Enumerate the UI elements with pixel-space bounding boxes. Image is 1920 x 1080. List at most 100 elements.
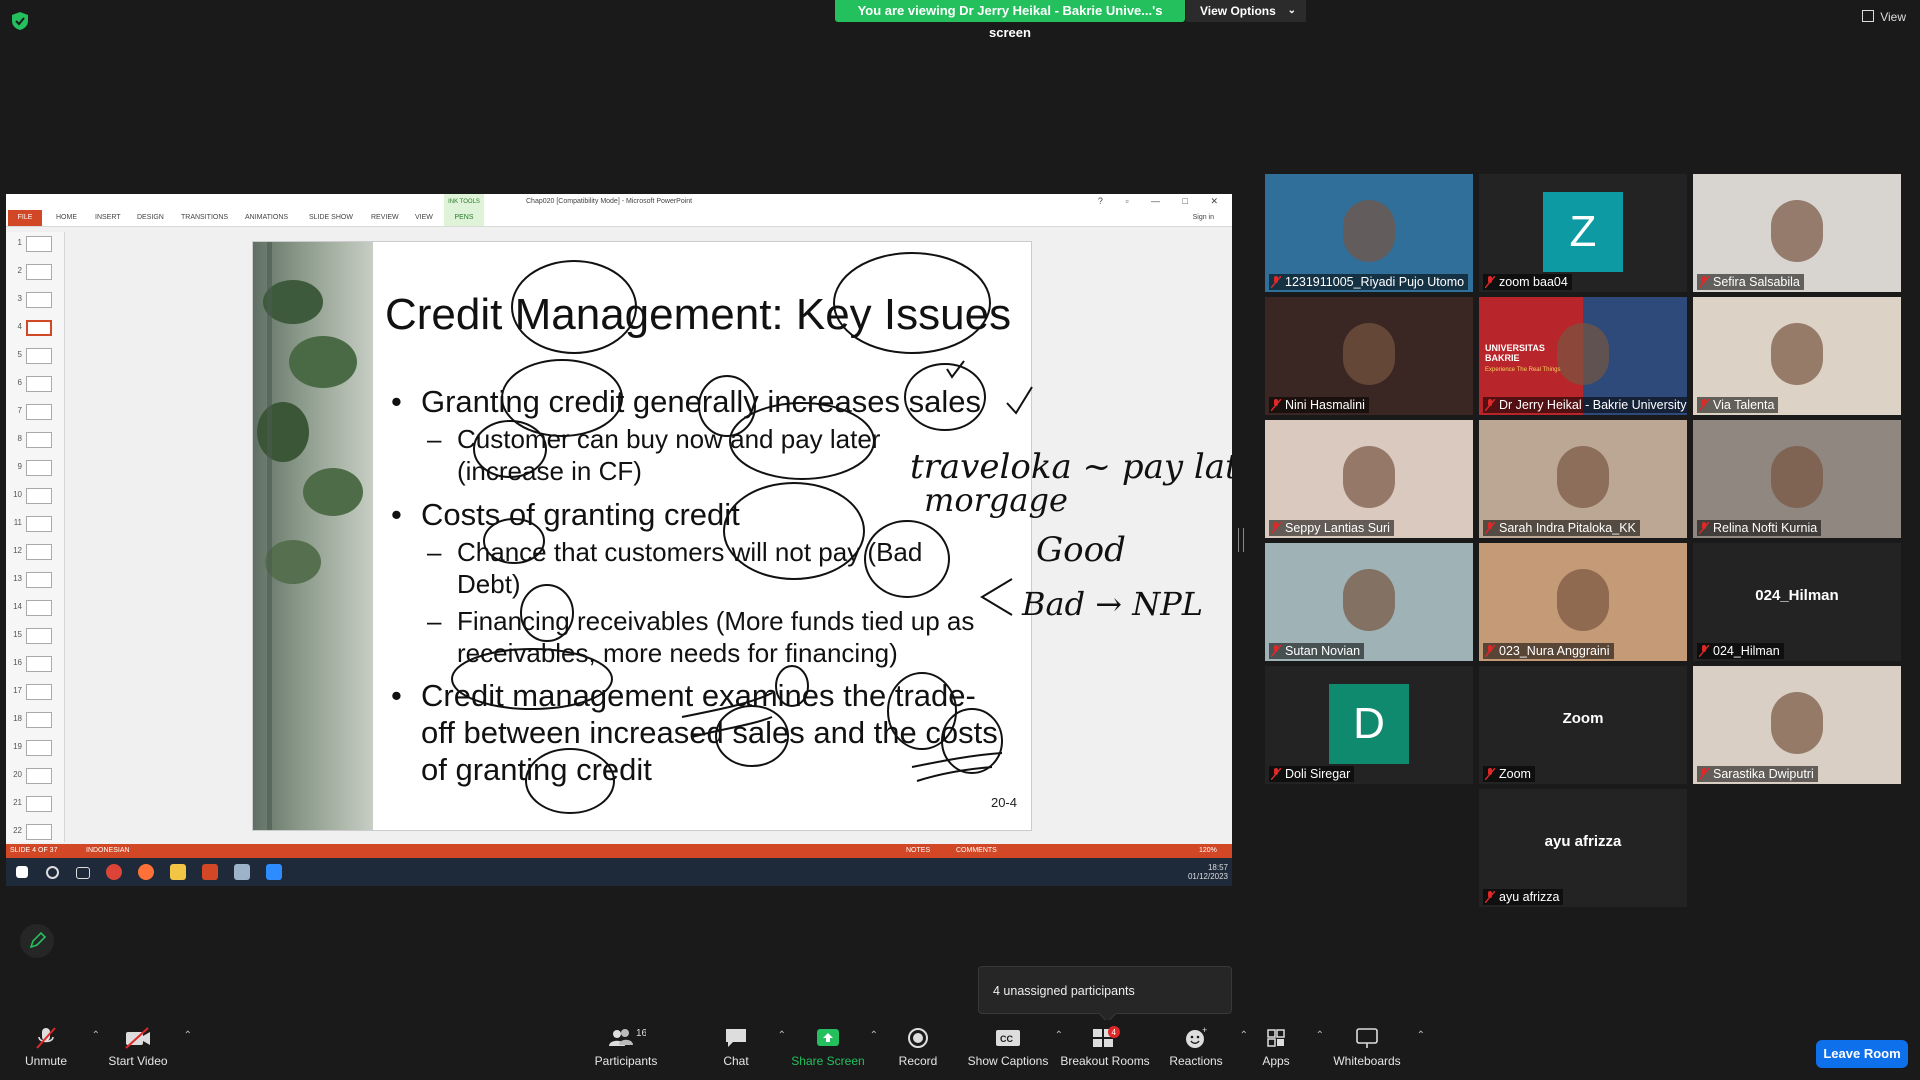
participant-tile[interactable]: Sefira Salsabila — [1693, 174, 1901, 292]
slide-thumbnail[interactable]: 6 — [10, 376, 60, 394]
tab-insert[interactable]: INSERT — [95, 214, 121, 221]
whiteboards-button[interactable]: Whiteboards ⌃ — [1325, 1026, 1425, 1068]
caret-up-icon[interactable]: ⌃ — [184, 1030, 192, 1041]
caret-up-icon[interactable]: ⌃ — [870, 1030, 878, 1041]
tab-animations[interactable]: ANIMATIONS — [245, 214, 288, 221]
slide-thumbnail[interactable]: 4 — [10, 320, 60, 338]
sign-in-link[interactable]: Sign in — [1193, 214, 1214, 221]
start-video-button[interactable]: Start Video ⌃ — [98, 1026, 192, 1068]
bullet-l1-cont: off between increased sales and the cost… — [421, 715, 998, 750]
chat-button[interactable]: Chat ⌃ — [696, 1026, 786, 1068]
slide-thumbnail[interactable]: 15 — [10, 628, 60, 646]
participant-tile[interactable]: D Doli Siregar — [1265, 666, 1473, 784]
participant-tile[interactable]: ayu afrizza ayu afrizza — [1479, 789, 1687, 907]
slide-thumbnail[interactable]: 2 — [10, 264, 60, 282]
participant-tile[interactable]: Zzoom baa04 — [1479, 174, 1687, 292]
slide-thumbnail[interactable]: 10 — [10, 488, 60, 506]
slide-thumbnails-pane[interactable]: 1 2 3 4 5 6 7 8 9 10 11 12 13 14 15 16 17 18 19 20 21 22 — [6, 232, 65, 842]
slide-thumbnail-number: 11 — [13, 518, 22, 527]
person-silhouette — [1343, 323, 1395, 385]
notes-button[interactable]: NOTES — [906, 847, 930, 854]
comments-button[interactable]: COMMENTS — [956, 847, 997, 854]
tab-review[interactable]: REVIEW — [371, 214, 399, 221]
slide-thumbnail[interactable]: 3 — [10, 292, 60, 310]
tab-pens[interactable]: PENS — [444, 210, 484, 226]
tab-home[interactable]: HOME — [56, 214, 77, 221]
slide-thumbnail[interactable]: 12 — [10, 544, 60, 562]
tab-slide-show[interactable]: SLIDE SHOW — [309, 214, 353, 221]
participant-tile[interactable]: Nini Hasmalini — [1265, 297, 1473, 415]
gallery-grid-icon — [1862, 10, 1875, 22]
record-button[interactable]: Record — [878, 1026, 958, 1068]
security-shield-icon[interactable] — [12, 12, 28, 30]
tab-view[interactable]: VIEW — [415, 214, 433, 221]
slide-thumbnail[interactable]: 18 — [10, 712, 60, 730]
slide-thumbnail[interactable]: 22 — [10, 824, 60, 842]
caret-up-icon[interactable]: ⌃ — [1316, 1030, 1324, 1041]
breakout-rooms-button[interactable]: 4 Breakout Rooms — [1060, 1026, 1150, 1068]
clock-date: 01/12/2023 — [1187, 872, 1228, 881]
participant-tile[interactable]: 023_Nura Anggraini — [1479, 543, 1687, 661]
participant-tile[interactable]: Sutan Novian — [1265, 543, 1473, 661]
language-indicator[interactable]: INDONESIAN — [86, 847, 130, 854]
resize-handle[interactable] — [1238, 528, 1244, 552]
participant-tile[interactable]: Seppy Lantias Suri — [1265, 420, 1473, 538]
slide-thumbnail[interactable]: 14 — [10, 600, 60, 618]
slide-thumbnail[interactable]: 9 — [10, 460, 60, 478]
view-button[interactable]: View — [1862, 10, 1906, 24]
view-options-button[interactable]: View Options ⌄ — [1186, 0, 1306, 22]
participant-tile[interactable]: 024_Hilman 024_Hilman — [1693, 543, 1901, 661]
caret-up-icon[interactable]: ⌃ — [1417, 1030, 1425, 1041]
participant-tile[interactable]: Sarastika Dwiputri — [1693, 666, 1901, 784]
tab-transitions[interactable]: TRANSITIONS — [181, 214, 228, 221]
window-controls[interactable]: ? ▫ — □ ✕ — [1098, 196, 1228, 207]
slide-thumbnail[interactable]: 11 — [10, 516, 60, 534]
slide-thumbnail[interactable]: 1 — [10, 236, 60, 254]
participant-tile[interactable]: 1231911005_Riyadi Pujo Utomo — [1265, 174, 1473, 292]
unmute-button[interactable]: Unmute ⌃ — [6, 1026, 100, 1068]
participant-tile[interactable]: Zoom Zoom — [1479, 666, 1687, 784]
participant-name-label: Sefira Salsabila — [1697, 274, 1804, 290]
slide-thumbnail[interactable]: 17 — [10, 684, 60, 702]
participants-button[interactable]: 16 Participants — [586, 1026, 666, 1068]
slide-thumbnail[interactable]: 20 — [10, 768, 60, 786]
slide-thumbnail[interactable]: 8 — [10, 432, 60, 450]
leave-room-button[interactable]: Leave Room — [1816, 1040, 1908, 1068]
reactions-button[interactable]: + Reactions ⌃ — [1156, 1026, 1248, 1068]
firefox-icon[interactable] — [138, 864, 154, 880]
svg-text:CC: CC — [1000, 1034, 1013, 1044]
slide-thumbnail-number: 12 — [13, 546, 22, 555]
chrome-icon[interactable] — [106, 864, 122, 880]
slide-thumbnail[interactable]: 13 — [10, 572, 60, 590]
slide-thumbnail[interactable]: 5 — [10, 348, 60, 366]
search-icon[interactable] — [46, 866, 59, 879]
slide-thumbnail[interactable]: 16 — [10, 656, 60, 674]
slide-thumbnail[interactable]: 7 — [10, 404, 60, 422]
participant-tile[interactable]: UNIVERSITAS BAKRIE Experience The Real Th… — [1479, 297, 1687, 415]
share-screen-button[interactable]: Share Screen ⌃ — [788, 1026, 878, 1068]
file-explorer-icon[interactable] — [170, 864, 186, 880]
slide-thumbnail[interactable]: 21 — [10, 796, 60, 814]
app-icon[interactable] — [234, 864, 250, 880]
tab-design[interactable]: DESIGN — [137, 214, 164, 221]
shared-screen[interactable]: Chap020 [Compatibility Mode] - Microsoft… — [6, 194, 1232, 886]
windows-start-icon[interactable] — [16, 866, 28, 878]
task-view-icon[interactable] — [76, 867, 90, 879]
slide-thumbnail-preview — [26, 376, 52, 392]
caret-up-icon[interactable]: ⌃ — [778, 1030, 786, 1041]
show-captions-button[interactable]: CC Show Captions ⌃ — [965, 1026, 1063, 1068]
zoom-level[interactable]: 120% — [1199, 847, 1217, 854]
tab-file[interactable]: FILE — [8, 210, 42, 226]
participant-tile[interactable]: Via Talenta — [1693, 297, 1901, 415]
powerpoint-icon[interactable] — [202, 864, 218, 880]
participant-tile[interactable]: Sarah Indra Pitaloka_KK — [1479, 420, 1687, 538]
view-options-label: View Options — [1200, 4, 1276, 18]
participant-tile[interactable]: Relina Nofti Kurnia — [1693, 420, 1901, 538]
participant-name: Dr Jerry Heikal - Bakrie University — [1499, 398, 1687, 412]
apps-button[interactable]: Apps ⌃ — [1236, 1026, 1324, 1068]
slide-thumbnail[interactable]: 19 — [10, 740, 60, 758]
annotate-pen-button[interactable] — [20, 924, 54, 958]
slide-thumbnail-preview — [26, 740, 52, 756]
zoom-icon[interactable] — [266, 864, 282, 880]
bullet-l1-cont: of granting credit — [421, 752, 652, 787]
